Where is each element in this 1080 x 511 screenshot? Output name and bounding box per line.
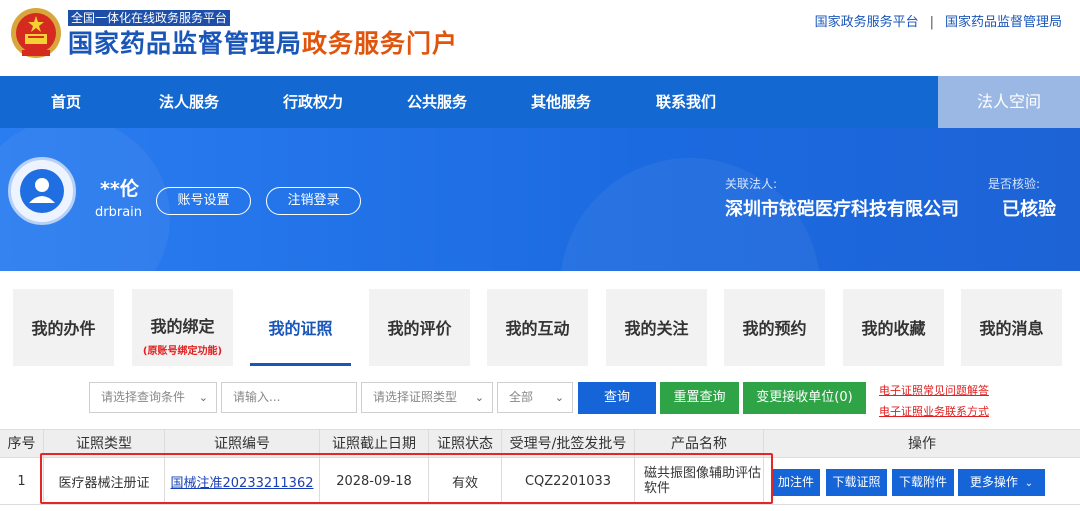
tab-my-bindings[interactable]: 我的绑定 (原账号绑定功能) — [132, 289, 233, 366]
chevron-down-icon: ⌄ — [198, 391, 208, 404]
cell-actions: 加注件 下载证照 下载附件 更多操作 ⌄ — [764, 458, 1080, 504]
more-actions-label: 更多操作 — [969, 475, 1018, 489]
license-type-placeholder: 请选择证照类型 — [373, 390, 458, 404]
col-header-expiry: 证照截止日期 — [320, 430, 429, 458]
col-header-actions: 操作 — [908, 436, 936, 452]
nav-item-legal-services[interactable]: 法人服务 — [159, 76, 219, 128]
query-condition-placeholder: 请选择查询条件 — [101, 390, 186, 404]
license-type-select[interactable]: 请选择证照类型 ⌄ — [361, 382, 493, 413]
nav-item-public-services[interactable]: 公共服务 — [407, 76, 467, 128]
license-number-link[interactable]: 国械注准20233211362 — [171, 472, 314, 491]
tab-my-interactions[interactable]: 我的互动 — [487, 289, 588, 366]
query-condition-select[interactable]: 请选择查询条件 ⌄ — [89, 382, 217, 413]
account-settings-button[interactable]: 账号设置 — [156, 187, 251, 215]
user-icon — [20, 169, 64, 213]
cell-number: 国械注准20233211362 — [165, 458, 320, 504]
tab-note: (原账号绑定功能) — [142, 346, 223, 357]
tab-label: 我的评价 — [387, 319, 452, 338]
related-entity-value: 深圳市铱硙医疗科技有限公司 — [725, 199, 959, 220]
scope-select[interactable]: 全部 ⌄ — [497, 382, 573, 413]
nav-item-legal-space[interactable]: 法人空间 — [938, 76, 1080, 128]
top-links: 国家政务服务平台 | 国家药品监督管理局 — [815, 11, 1062, 30]
change-receiver-button[interactable]: 变更接收单位(0) — [743, 382, 866, 414]
tab-label: 我的绑定 — [150, 317, 215, 336]
cell-status: 有效 — [429, 458, 502, 504]
query-button[interactable]: 查询 — [578, 382, 656, 414]
col-header-number: 证照编号 — [165, 430, 320, 458]
tab-my-favorites[interactable]: 我的收藏 — [843, 289, 944, 366]
chevron-down-icon: ⌄ — [1024, 478, 1034, 489]
tab-my-appointments[interactable]: 我的预约 — [724, 289, 825, 366]
tab-my-reviews[interactable]: 我的评价 — [369, 289, 470, 366]
cell-accept-no: CQZ2201033 — [502, 458, 635, 504]
table-header: 序号 证照类型 证照编号 证照截止日期 证照状态 受理号/批签发批号 产品名称 … — [0, 429, 1080, 458]
verified-label: 是否核验: — [988, 177, 1041, 191]
tab-label: 我的关注 — [624, 319, 689, 338]
keyword-input[interactable]: 请输入... — [221, 382, 357, 413]
national-emblem-icon — [11, 8, 61, 58]
nav-item-admin-power[interactable]: 行政权力 — [283, 76, 343, 128]
tab-label: 我的消息 — [979, 319, 1044, 338]
col-header-accept-no: 受理号/批签发批号 — [502, 430, 635, 458]
table-row: 1 医疗器械注册证 国械注准20233211362 2028-09-18 有效 … — [0, 458, 1080, 505]
scope-select-value: 全部 — [509, 390, 534, 404]
platform-subtitle: 全国一体化在线政务服务平台 — [68, 10, 231, 26]
nav-item-home[interactable]: 首页 — [51, 76, 81, 128]
cell-product: 磁共振图像辅助评估软件 — [635, 458, 764, 504]
nav-item-other-services[interactable]: 其他服务 — [531, 76, 591, 128]
cell-index: 1 — [0, 458, 44, 504]
site-header: 全国一体化在线政务服务平台 国家药品监督管理局政务服务门户 国家政务服务平台 | 国… — [0, 0, 1080, 76]
col-header-product: 产品名称 — [635, 430, 764, 458]
link-nmpa[interactable]: 国家药品监督管理局 — [945, 15, 1062, 30]
tab-label: 我的预约 — [742, 319, 807, 338]
col-header-status: 证照状态 — [429, 430, 502, 458]
portal-title: 国家药品监督管理局政务服务门户 — [68, 29, 458, 59]
more-actions-button[interactable]: 更多操作 ⌄ — [958, 469, 1045, 496]
cell-type: 医疗器械注册证 — [44, 458, 165, 504]
user-account: drbrain — [95, 205, 143, 220]
link-separator: | — [929, 15, 934, 30]
related-entity-label: 关联法人: — [725, 177, 778, 191]
reset-query-button[interactable]: 重置查询 — [660, 382, 739, 414]
faq-link[interactable]: 电子证照常见问题解答 — [879, 382, 989, 398]
chevron-down-icon: ⌄ — [474, 391, 484, 404]
avatar — [8, 157, 76, 225]
verified-value: 已核验 — [1002, 199, 1056, 220]
nav-item-contact[interactable]: 联系我们 — [656, 76, 716, 128]
col-header-index: 序号 — [0, 430, 44, 458]
link-national-platform[interactable]: 国家政务服务平台 — [815, 15, 919, 30]
col-header-type: 证照类型 — [44, 430, 165, 458]
download-license-button[interactable]: 下载证照 — [826, 469, 887, 496]
tab-label: 我的证照 — [268, 319, 333, 338]
contact-link[interactable]: 电子证照业务联系方式 — [879, 403, 989, 419]
chevron-down-icon: ⌄ — [554, 391, 564, 404]
tab-label: 我的办件 — [31, 319, 96, 338]
portal-title-main: 国家药品监督管理局 — [68, 29, 303, 58]
tab-my-follows[interactable]: 我的关注 — [606, 289, 707, 366]
tab-my-licenses[interactable]: 我的证照 — [250, 289, 351, 366]
tab-label: 我的互动 — [505, 319, 570, 338]
portal-title-accent: 政务服务门户 — [302, 29, 459, 58]
cell-expiry: 2028-09-18 — [320, 458, 429, 504]
main-nav: 首页 法人服务 行政权力 公共服务 其他服务 联系我们 法人空间 — [0, 76, 1080, 128]
add-annotation-button[interactable]: 加注件 — [772, 469, 820, 496]
logout-button[interactable]: 注销登录 — [266, 187, 361, 215]
tab-my-cases[interactable]: 我的办件 — [13, 289, 114, 366]
tab-label: 我的收藏 — [861, 319, 926, 338]
download-attachment-button[interactable]: 下载附件 — [892, 469, 954, 496]
profile-banner: **伦 drbrain 账号设置 注销登录 关联法人: 深圳市铱硙医疗科技有限公… — [0, 128, 1080, 271]
user-name: **伦 — [100, 178, 139, 200]
tab-my-messages[interactable]: 我的消息 — [961, 289, 1062, 366]
keyword-input-placeholder: 请输入... — [233, 390, 281, 404]
